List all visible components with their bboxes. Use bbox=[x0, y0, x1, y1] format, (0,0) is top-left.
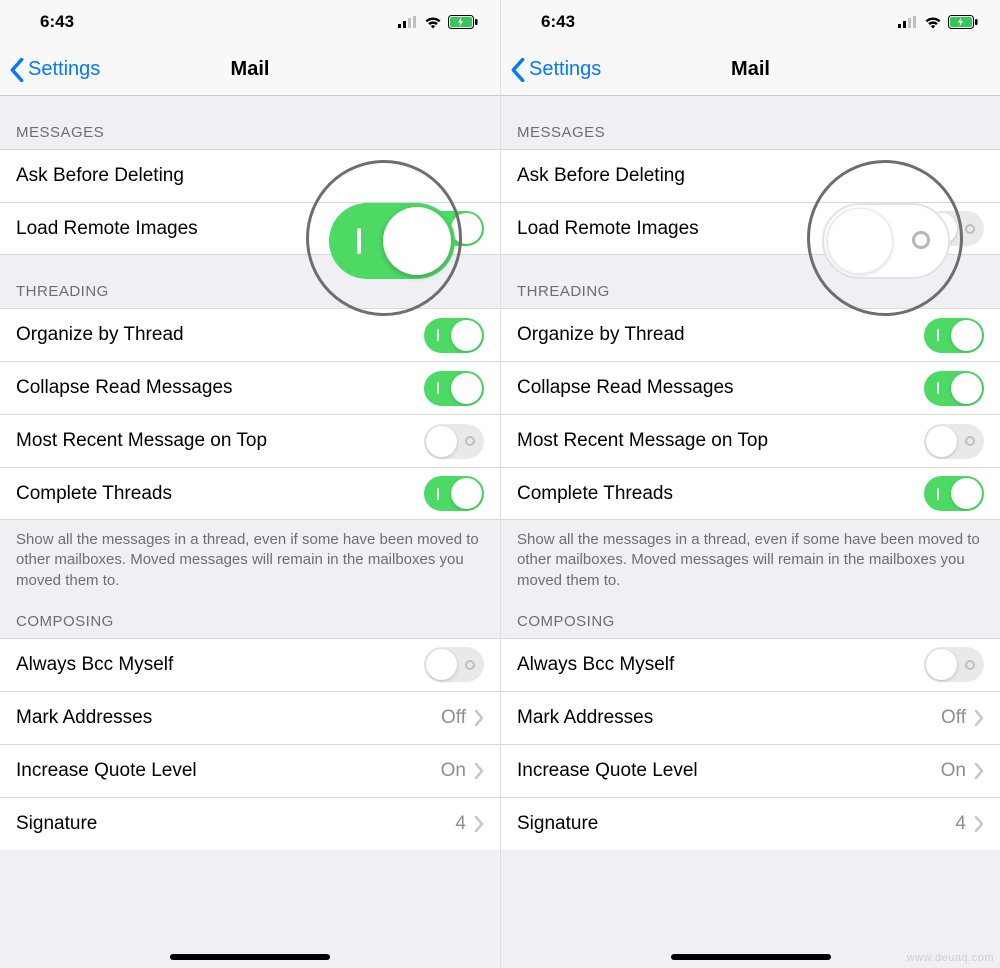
toggle-always-bcc[interactable] bbox=[924, 647, 984, 682]
chevron-left-icon bbox=[10, 58, 24, 82]
chevron-right-icon bbox=[474, 816, 484, 832]
signal-icon bbox=[398, 16, 418, 28]
row-collapse-read[interactable]: Collapse Read Messages bbox=[0, 361, 500, 414]
row-most-recent-top[interactable]: Most Recent Message on Top bbox=[501, 414, 1000, 467]
section-header-threading: THREADING bbox=[501, 255, 1000, 308]
row-label: Complete Threads bbox=[517, 483, 924, 505]
status-icons bbox=[398, 15, 478, 29]
row-increase-quote[interactable]: Increase Quote Level On bbox=[501, 744, 1000, 797]
row-label: Mark Addresses bbox=[16, 707, 441, 729]
nav-bar: Settings Mail bbox=[501, 44, 1000, 96]
chevron-right-icon bbox=[474, 763, 484, 779]
row-label: Load Remote Images bbox=[16, 218, 424, 240]
battery-icon bbox=[448, 15, 478, 29]
section-header-threading: THREADING bbox=[0, 255, 500, 308]
section-header-messages: MESSAGES bbox=[501, 96, 1000, 149]
row-complete-threads[interactable]: Complete Threads bbox=[0, 467, 500, 520]
home-indicator bbox=[671, 954, 831, 960]
toggle-most-recent-top[interactable] bbox=[424, 424, 484, 459]
row-label: Organize by Thread bbox=[16, 324, 424, 346]
status-icons bbox=[898, 15, 978, 29]
back-label: Settings bbox=[28, 58, 100, 81]
row-value: 4 bbox=[455, 813, 466, 835]
row-label: Most Recent Message on Top bbox=[16, 430, 424, 452]
row-label: Complete Threads bbox=[16, 483, 424, 505]
row-label: Always Bcc Myself bbox=[517, 654, 924, 676]
status-bar: 6:43 bbox=[501, 0, 1000, 44]
toggle-collapse-read[interactable] bbox=[424, 371, 484, 406]
section-header-messages: MESSAGES bbox=[0, 96, 500, 149]
chevron-right-icon bbox=[974, 816, 984, 832]
row-ask-before-deleting[interactable]: Ask Before Deleting bbox=[0, 149, 500, 202]
row-label: Signature bbox=[517, 813, 955, 835]
row-label: Mark Addresses bbox=[517, 707, 941, 729]
row-label: Organize by Thread bbox=[517, 324, 924, 346]
row-always-bcc[interactable]: Always Bcc Myself bbox=[501, 638, 1000, 691]
row-label: Increase Quote Level bbox=[16, 760, 441, 782]
row-value: Off bbox=[441, 707, 466, 729]
row-value: On bbox=[441, 760, 466, 782]
row-label: Signature bbox=[16, 813, 455, 835]
row-label: Ask Before Deleting bbox=[16, 165, 484, 187]
row-label: Increase Quote Level bbox=[517, 760, 941, 782]
toggle-complete-threads[interactable] bbox=[924, 476, 984, 511]
section-header-composing: COMPOSING bbox=[0, 599, 500, 638]
row-always-bcc[interactable]: Always Bcc Myself bbox=[0, 638, 500, 691]
row-label: Load Remote Images bbox=[517, 218, 924, 240]
nav-bar: Settings Mail bbox=[0, 44, 500, 96]
threading-footer: Show all the messages in a thread, even … bbox=[501, 520, 1000, 599]
battery-icon bbox=[948, 15, 978, 29]
status-bar: 6:43 bbox=[0, 0, 500, 44]
toggle-collapse-read[interactable] bbox=[924, 371, 984, 406]
wifi-icon bbox=[924, 16, 942, 29]
back-button[interactable]: Settings bbox=[501, 58, 601, 82]
row-signature[interactable]: Signature 4 bbox=[501, 797, 1000, 850]
toggle-most-recent-top[interactable] bbox=[924, 424, 984, 459]
row-value: 4 bbox=[955, 813, 966, 835]
row-most-recent-top[interactable]: Most Recent Message on Top bbox=[0, 414, 500, 467]
toggle-always-bcc[interactable] bbox=[424, 647, 484, 682]
row-value: Off bbox=[941, 707, 966, 729]
phone-right: 6:43 Settings Mail MESSAGES Ask Before D… bbox=[500, 0, 1000, 968]
home-indicator bbox=[170, 954, 330, 960]
back-label: Settings bbox=[529, 58, 601, 81]
toggle-load-remote-images[interactable] bbox=[924, 211, 984, 246]
row-mark-addresses[interactable]: Mark Addresses Off bbox=[0, 691, 500, 744]
row-value: On bbox=[941, 760, 966, 782]
status-time: 6:43 bbox=[541, 12, 575, 32]
toggle-load-remote-images[interactable] bbox=[424, 211, 484, 246]
phone-left: 6:43 Settings Mail MESSAGES Ask Before D… bbox=[0, 0, 500, 968]
section-header-composing: COMPOSING bbox=[501, 599, 1000, 638]
row-label: Always Bcc Myself bbox=[16, 654, 424, 676]
row-organize-by-thread[interactable]: Organize by Thread bbox=[0, 308, 500, 361]
row-label: Ask Before Deleting bbox=[517, 165, 984, 187]
row-label: Collapse Read Messages bbox=[517, 377, 924, 399]
row-mark-addresses[interactable]: Mark Addresses Off bbox=[501, 691, 1000, 744]
back-button[interactable]: Settings bbox=[0, 58, 100, 82]
toggle-complete-threads[interactable] bbox=[424, 476, 484, 511]
row-complete-threads[interactable]: Complete Threads bbox=[501, 467, 1000, 520]
chevron-right-icon bbox=[974, 710, 984, 726]
row-load-remote-images[interactable]: Load Remote Images bbox=[501, 202, 1000, 255]
chevron-right-icon bbox=[474, 710, 484, 726]
row-ask-before-deleting[interactable]: Ask Before Deleting bbox=[501, 149, 1000, 202]
row-organize-by-thread[interactable]: Organize by Thread bbox=[501, 308, 1000, 361]
row-load-remote-images[interactable]: Load Remote Images bbox=[0, 202, 500, 255]
chevron-right-icon bbox=[974, 763, 984, 779]
watermark: www.deuaq.com bbox=[907, 952, 994, 964]
row-collapse-read[interactable]: Collapse Read Messages bbox=[501, 361, 1000, 414]
row-label: Collapse Read Messages bbox=[16, 377, 424, 399]
row-signature[interactable]: Signature 4 bbox=[0, 797, 500, 850]
wifi-icon bbox=[424, 16, 442, 29]
threading-footer: Show all the messages in a thread, even … bbox=[0, 520, 500, 599]
status-time: 6:43 bbox=[40, 12, 74, 32]
toggle-organize-by-thread[interactable] bbox=[924, 318, 984, 353]
toggle-organize-by-thread[interactable] bbox=[424, 318, 484, 353]
signal-icon bbox=[898, 16, 918, 28]
row-increase-quote[interactable]: Increase Quote Level On bbox=[0, 744, 500, 797]
chevron-left-icon bbox=[511, 58, 525, 82]
row-label: Most Recent Message on Top bbox=[517, 430, 924, 452]
